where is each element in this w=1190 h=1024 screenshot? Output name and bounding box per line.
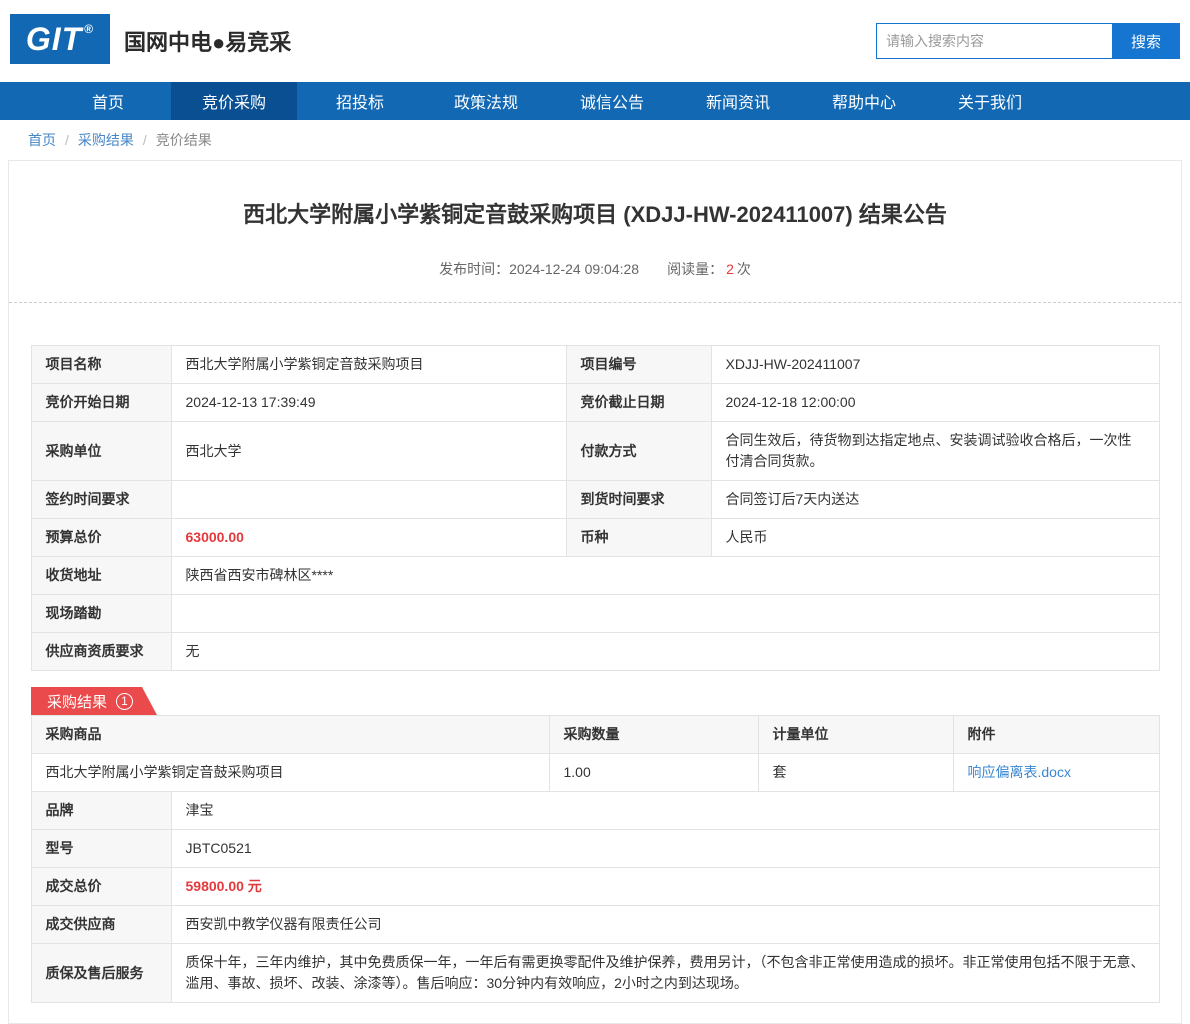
nav-item-tenders[interactable]: 招投标 [297,82,423,120]
winning-supplier-value: 西安凯中教学仪器有限责任公司 [171,906,1159,944]
table-row: 成交总价 59800.00 元 [31,868,1159,906]
nav-item-policies[interactable]: 政策法规 [423,82,549,120]
search-bar: 搜索 [876,23,1180,59]
model-value: JBTC0521 [171,830,1159,868]
signing-time-value [171,481,566,519]
article-meta: 发布时间：2024-12-24 09:04:28 阅读量：2次 [29,259,1161,279]
nav-item-integrity-notices[interactable]: 诚信公告 [549,82,675,120]
article-header: 西北大学附属小学紫铜定音鼓采购项目 (XDJJ-HW-202411007) 结果… [9,161,1181,303]
search-button[interactable]: 搜索 [1112,23,1180,59]
signing-time-label: 签约时间要求 [31,481,171,519]
breadcrumb-separator: / [65,132,69,148]
goods-name-value: 西北大学附属小学紫铜定音鼓采购项目 [31,754,549,792]
table-row: 西北大学附属小学紫铜定音鼓采购项目 1.00 套 响应偏离表.docx [31,754,1159,792]
deal-total-price-label: 成交总价 [31,868,171,906]
table-row: 预算总价 63000.00 币种 人民币 [31,519,1159,557]
column-attachment: 附件 [953,716,1159,754]
deal-total-price-value: 59800.00 元 [171,868,1159,906]
currency-value: 人民币 [711,519,1159,557]
table-row: 采购单位 西北大学 付款方式 合同生效后，待货物到达指定地点、安装调试验收合格后… [31,422,1159,481]
breadcrumb-current: 竞价结果 [156,130,212,150]
site-survey-value [171,595,1159,633]
goods-quantity-value: 1.00 [549,754,758,792]
views-unit: 次 [737,261,751,277]
payment-method-label: 付款方式 [566,422,711,481]
project-number-value: XDJJ-HW-202411007 [711,346,1159,384]
delivery-time-value: 合同签订后7天内送达 [711,481,1159,519]
breadcrumb: 首页 / 采购结果 / 竞价结果 [0,120,1190,160]
bid-end-date-value: 2024-12-18 12:00:00 [711,384,1159,422]
publish-time-label: 发布时间： [439,261,509,277]
table-header-row: 采购商品 采购数量 计量单位 附件 [31,716,1159,754]
site-survey-label: 现场踏勘 [31,595,171,633]
views-count: 2 [726,261,734,277]
budget-total-label: 预算总价 [31,519,171,557]
site-name: 国网中电●易竞采 [124,0,291,82]
breadcrumb-home[interactable]: 首页 [28,130,56,150]
budget-total-value: 63000.00 [171,519,566,557]
nav-item-help-center[interactable]: 帮助中心 [801,82,927,120]
nav-item-about-us[interactable]: 关于我们 [927,82,1053,120]
views-label: 阅读量： [667,261,723,277]
site-header: GIT® 国网中电●易竞采 搜索 [0,0,1190,82]
table-row: 成交供应商 西安凯中教学仪器有限责任公司 [31,906,1159,944]
nav-item-bidding-purchase[interactable]: 竞价采购 [171,82,297,120]
table-row: 竞价开始日期 2024-12-13 17:39:49 竞价截止日期 2024-1… [31,384,1159,422]
nav-item-news[interactable]: 新闻资讯 [675,82,801,120]
table-row: 现场踏勘 [31,595,1159,633]
bid-start-date-label: 竞价开始日期 [31,384,171,422]
attachment-link[interactable]: 响应偏离表.docx [968,764,1071,780]
delivery-address-value: 陕西省西安市碑林区**** [171,557,1159,595]
table-row: 供应商资质要求 无 [31,633,1159,671]
logo-text: GIT [26,21,82,58]
table-row: 收货地址 陕西省西安市碑林区**** [31,557,1159,595]
badge-label: 采购结果 [47,691,107,712]
brand-label: 品牌 [31,792,171,830]
column-goods: 采购商品 [31,716,549,754]
goods-unit-value: 套 [758,754,953,792]
delivery-address-label: 收货地址 [31,557,171,595]
supplier-qualification-label: 供应商资质要求 [31,633,171,671]
bid-start-date-value: 2024-12-13 17:39:49 [171,384,566,422]
badge-number-icon: 1 [116,693,133,710]
logo-registered-mark: ® [84,22,94,36]
currency-label: 币种 [566,519,711,557]
content-panel: 西北大学附属小学紫铜定音鼓采购项目 (XDJJ-HW-202411007) 结果… [8,160,1182,1024]
table-row: 品牌 津宝 [31,792,1159,830]
purchase-result-table: 采购商品 采购数量 计量单位 附件 西北大学附属小学紫铜定音鼓采购项目 1.00… [31,715,1160,792]
table-row: 项目名称 西北大学附属小学紫铜定音鼓采购项目 项目编号 XDJJ-HW-2024… [31,346,1159,384]
project-number-label: 项目编号 [566,346,711,384]
table-row: 质保及售后服务 质保十年，三年内维护，其中免费质保一年，一年后有需更换零配件及维… [31,944,1159,1003]
search-input[interactable] [876,23,1112,59]
table-row: 型号 JBTC0521 [31,830,1159,868]
breadcrumb-separator: / [143,132,147,148]
payment-method-value: 合同生效后，待货物到达指定地点、安装调试验收合格后，一次性付清合同货款。 [711,422,1159,481]
winning-supplier-label: 成交供应商 [31,906,171,944]
purchaser-value: 西北大学 [171,422,566,481]
breadcrumb-procurement-results[interactable]: 采购结果 [78,130,134,150]
page-title: 西北大学附属小学紫铜定音鼓采购项目 (XDJJ-HW-202411007) 结果… [29,197,1161,229]
warranty-service-label: 质保及售后服务 [31,944,171,1003]
purchase-result-badge: 采购结果 1 [31,687,157,715]
bid-end-date-label: 竞价截止日期 [566,384,711,422]
purchase-result-details-table: 品牌 津宝 型号 JBTC0521 成交总价 59800.00 元 成交供应商 … [31,791,1160,1003]
warranty-service-value: 质保十年，三年内维护，其中免费质保一年，一年后有需更换零配件及维护保养，费用另计… [171,944,1159,1003]
project-name-value: 西北大学附属小学紫铜定音鼓采购项目 [171,346,566,384]
site-logo[interactable]: GIT® [10,14,110,64]
nav-item-home[interactable]: 首页 [45,82,171,120]
column-quantity: 采购数量 [549,716,758,754]
project-name-label: 项目名称 [31,346,171,384]
table-row: 签约时间要求 到货时间要求 合同签订后7天内送达 [31,481,1159,519]
brand-value: 津宝 [171,792,1159,830]
supplier-qualification-value: 无 [171,633,1159,671]
model-label: 型号 [31,830,171,868]
project-info-table: 项目名称 西北大学附属小学紫铜定音鼓采购项目 项目编号 XDJJ-HW-2024… [31,345,1160,671]
main-nav: 首页 竞价采购 招投标 政策法规 诚信公告 新闻资讯 帮助中心 关于我们 [0,82,1190,120]
column-unit: 计量单位 [758,716,953,754]
publish-time-value: 2024-12-24 09:04:28 [509,261,639,277]
delivery-time-label: 到货时间要求 [566,481,711,519]
purchaser-label: 采购单位 [31,422,171,481]
